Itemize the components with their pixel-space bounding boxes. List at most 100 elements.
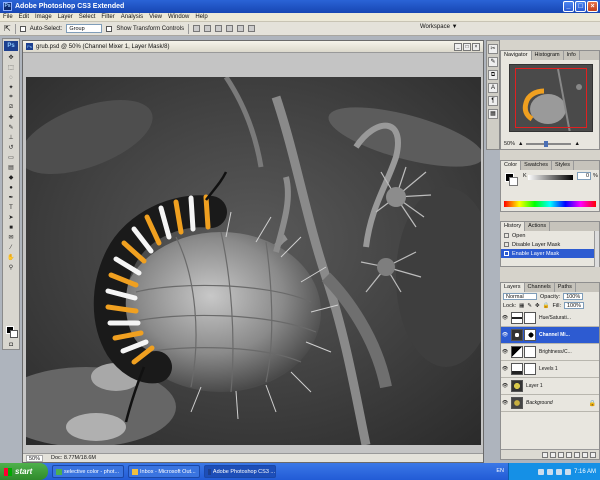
trash-icon[interactable] — [590, 451, 596, 458]
visibility-eye-icon[interactable]: 👁 — [501, 366, 509, 372]
menu-layer[interactable]: Layer — [58, 14, 73, 20]
opacity-input[interactable]: 100% — [563, 293, 584, 300]
clone-stamp-tool-icon[interactable]: ⊥ — [4, 133, 18, 142]
new-group-icon[interactable] — [574, 451, 580, 458]
navigator-thumbnail[interactable] — [509, 64, 593, 132]
auto-select-dropdown[interactable]: Group — [66, 24, 103, 33]
eraser-tool-icon[interactable]: ▭ — [4, 153, 18, 162]
doc-close-button[interactable]: × — [472, 43, 480, 51]
slice-tool-icon[interactable]: ⧄ — [4, 103, 18, 112]
eyedropper-tool-icon[interactable]: ⁄ — [4, 243, 18, 252]
navigator-zoom-field[interactable]: 50% — [504, 141, 515, 147]
layer-mask-thumbnail[interactable] — [524, 363, 536, 375]
menu-file[interactable]: File — [3, 14, 13, 20]
tab-styles[interactable]: Styles — [552, 161, 574, 170]
workspace-button[interactable]: Workspace ▼ — [420, 24, 458, 30]
menu-help[interactable]: Help — [195, 14, 207, 20]
move-tool-icon[interactable]: ⇱ — [4, 24, 11, 33]
history-brush-tool-icon[interactable]: ↺ — [4, 143, 18, 152]
close-button[interactable]: × — [587, 1, 598, 12]
layer-mask-thumbnail[interactable] — [524, 346, 536, 358]
marquee-tool-icon[interactable]: ⬚ — [4, 63, 18, 72]
tab-history[interactable]: History — [501, 222, 526, 231]
shape-tool-icon[interactable]: ■ — [4, 223, 18, 232]
navigator-zoom-slider[interactable] — [526, 141, 572, 147]
paragraph-icon[interactable]: ¶ — [488, 96, 498, 106]
minimize-button[interactable]: _ — [563, 1, 574, 12]
doc-maximize-button[interactable]: □ — [463, 43, 471, 51]
document-titlebar[interactable]: Ps grub.psd @ 50% (Channel Mixer 1, Laye… — [23, 41, 483, 53]
zoom-slider-knob[interactable] — [544, 141, 549, 147]
layer-row-selected[interactable]: 👁 Channel Mi... — [501, 327, 599, 344]
tray-app-icon[interactable] — [564, 468, 571, 475]
blend-mode-dropdown[interactable]: Normal — [503, 293, 537, 300]
visibility-eye-icon[interactable]: 👁 — [501, 383, 509, 389]
layer-row[interactable]: 👁 Background 🔒 — [501, 395, 599, 412]
start-button[interactable]: start — [0, 463, 48, 480]
color-spectrum-ramp[interactable] — [504, 201, 596, 207]
healing-brush-tool-icon[interactable]: ✚ — [4, 113, 18, 122]
brushes-icon[interactable]: ✎ — [488, 57, 498, 67]
taskbar-item-active[interactable]: Adobe Photoshop CS3 ... — [204, 465, 276, 478]
tool-presets-icon[interactable]: ✂ — [488, 44, 498, 54]
auto-select-checkbox[interactable] — [19, 25, 26, 32]
hand-tool-icon[interactable]: ✋ — [4, 253, 18, 262]
type-tool-icon[interactable]: T — [4, 203, 18, 212]
tray-network-icon[interactable] — [537, 468, 544, 475]
align-left-icon[interactable] — [226, 25, 234, 32]
layer-row[interactable]: 👁 Layer 1 — [501, 378, 599, 395]
menu-analysis[interactable]: Analysis — [121, 14, 143, 20]
menu-image[interactable]: Image — [35, 14, 52, 20]
align-right-icon[interactable] — [248, 25, 256, 32]
layer-mask-thumbnail[interactable] — [524, 329, 536, 341]
gradient-tool-icon[interactable]: ▤ — [4, 163, 18, 172]
show-transform-checkbox[interactable] — [106, 25, 113, 32]
layer-comps-icon[interactable]: ▦ — [488, 109, 498, 119]
tab-info[interactable]: Info — [564, 51, 580, 60]
new-layer-icon[interactable] — [582, 451, 588, 458]
tab-channels[interactable]: Channels — [525, 283, 555, 292]
canvas-area[interactable] — [23, 53, 483, 454]
add-mask-icon[interactable] — [558, 451, 564, 458]
maximize-button[interactable]: □ — [575, 1, 586, 12]
visibility-eye-icon[interactable]: 👁 — [501, 349, 509, 355]
tab-navigator[interactable]: Navigator — [501, 51, 532, 60]
visibility-eye-icon[interactable]: 👁 — [501, 315, 509, 321]
pen-tool-icon[interactable]: ✒ — [4, 193, 18, 202]
layer-mask-thumbnail[interactable] — [524, 312, 536, 324]
color-background-swatch[interactable] — [509, 177, 518, 186]
zoom-tool-icon[interactable]: ⚲ — [4, 263, 18, 272]
lock-all-icon[interactable]: 🔒 — [543, 303, 550, 309]
align-center-icon[interactable] — [237, 25, 245, 32]
move-tool-icon[interactable]: ✥ — [4, 53, 18, 62]
menu-edit[interactable]: Edit — [19, 14, 29, 20]
tab-histogram[interactable]: Histogram — [532, 51, 564, 60]
k-channel-slider[interactable] — [528, 175, 573, 180]
taskbar-item[interactable]: selective color - phot... — [52, 465, 124, 478]
tray-volume-icon[interactable] — [546, 468, 553, 475]
new-adjustment-icon[interactable] — [566, 451, 572, 458]
crop-tool-icon[interactable]: ⌗ — [4, 93, 18, 102]
document-canvas[interactable] — [26, 77, 481, 445]
link-layers-icon[interactable] — [542, 451, 548, 458]
taskbar-item[interactable]: Inbox - Microsoft Out... — [128, 465, 200, 478]
background-color-swatch[interactable] — [10, 330, 18, 338]
doc-size-info[interactable]: Doc: 8.77M/18.6M — [51, 455, 96, 461]
quick-mask-icon[interactable]: ◘ — [4, 340, 18, 349]
align-top-icon[interactable] — [193, 25, 201, 32]
navigator-view-box[interactable] — [515, 68, 587, 128]
clone-source-icon[interactable]: ⧉ — [488, 70, 498, 80]
fill-input[interactable]: 100% — [564, 302, 585, 309]
visibility-eye-icon[interactable]: 👁 — [501, 400, 509, 406]
lock-transparency-icon[interactable]: ▦ — [519, 303, 524, 309]
doc-minimize-button[interactable]: _ — [454, 43, 462, 51]
align-bottom-icon[interactable] — [215, 25, 223, 32]
menu-view[interactable]: View — [149, 14, 162, 20]
dodge-tool-icon[interactable]: ● — [4, 183, 18, 192]
menu-filter[interactable]: Filter — [101, 14, 114, 20]
history-scrollbar[interactable] — [594, 231, 599, 267]
layer-row[interactable]: 👁 Brightness/C... — [501, 344, 599, 361]
k-channel-input[interactable]: 0 — [577, 172, 591, 180]
align-middle-icon[interactable] — [204, 25, 212, 32]
character-icon[interactable]: A — [488, 83, 498, 93]
